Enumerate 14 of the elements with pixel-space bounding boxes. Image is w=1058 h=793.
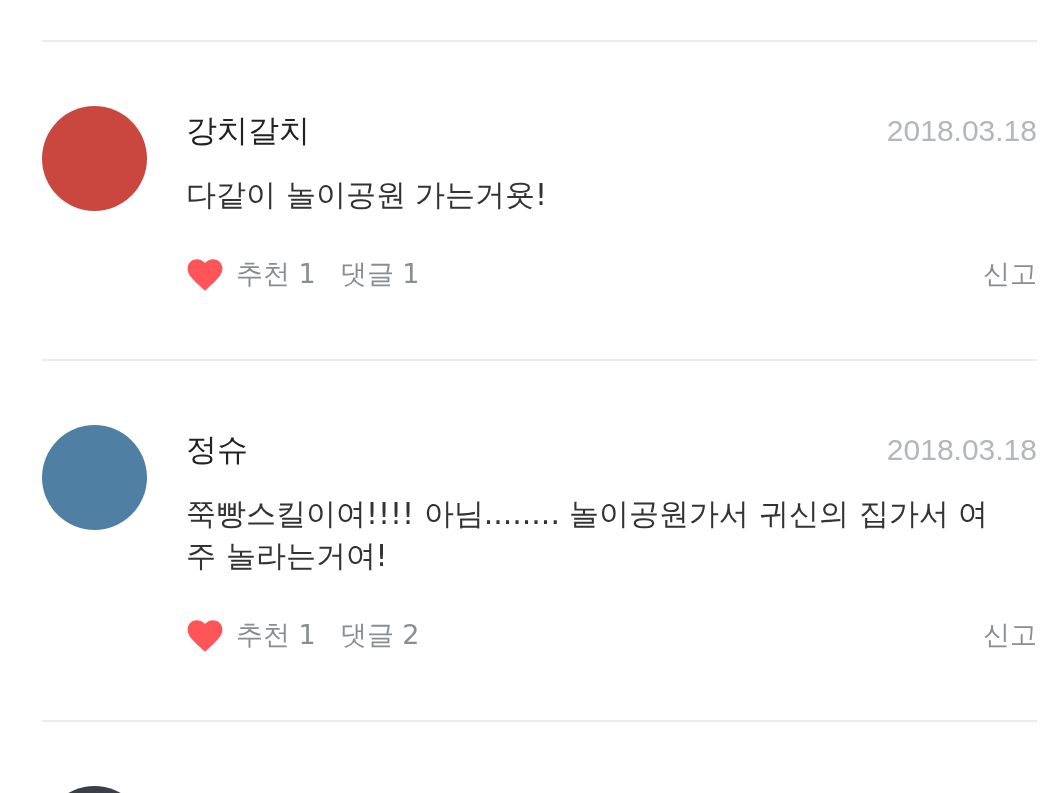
like-count: 추천 1 xyxy=(236,257,316,291)
like-count: 추천 1 xyxy=(236,618,316,652)
comment-date: 2018.03.18 xyxy=(886,433,1037,467)
reply-count[interactable]: 댓글 1 xyxy=(339,256,420,292)
report-button[interactable]: 신고 xyxy=(983,256,1037,292)
reply-count[interactable]: 댓글 2 xyxy=(339,617,420,653)
heart-icon[interactable] xyxy=(186,256,224,292)
author-name: 정슈 xyxy=(186,430,248,469)
author-name: 강치갈치 xyxy=(186,111,310,150)
comment-text: 쭉빵스킬이여!!!! 아님........ 놀이공원가서 귀신의 집가서 여주 놀라는거여! xyxy=(186,495,990,575)
report-button[interactable]: 신고 xyxy=(983,617,1037,653)
comment-date: 2018.03.18 xyxy=(886,114,1037,148)
heart-icon[interactable] xyxy=(186,617,224,653)
comment-text: 다같이 놀이공원 가는거욧! xyxy=(186,176,549,214)
